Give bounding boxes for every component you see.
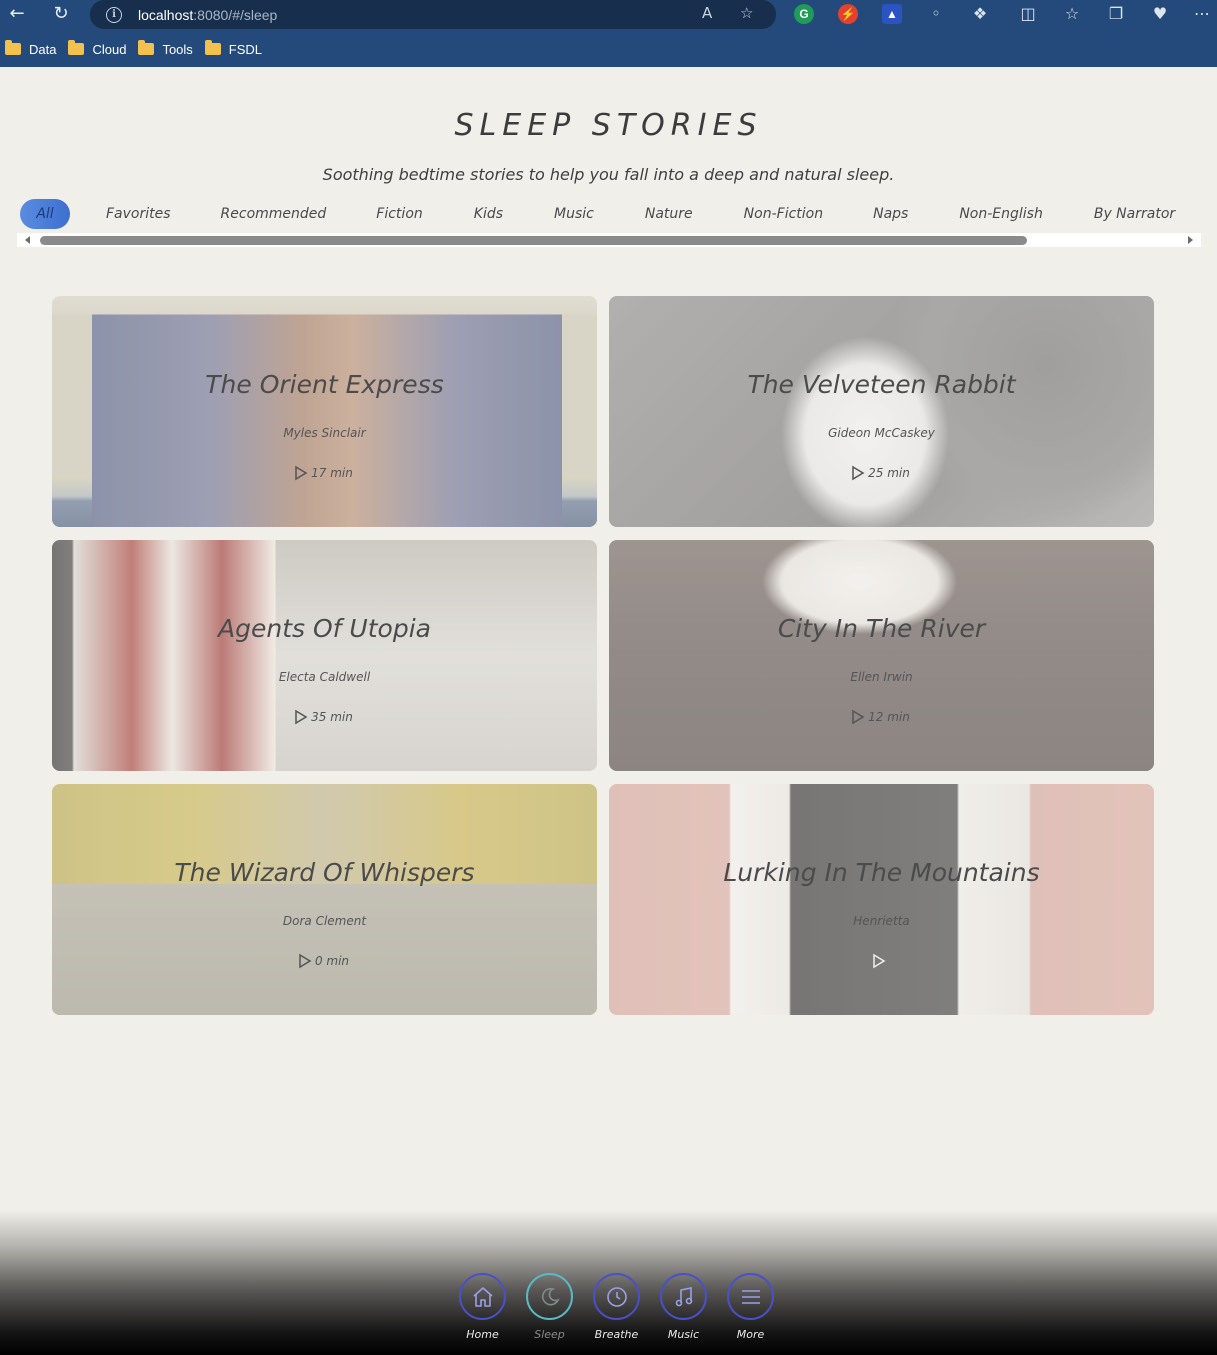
extensions-puzzle-icon[interactable]: ❖ (970, 4, 990, 24)
story-narrator: Electa Caldwell (278, 670, 371, 684)
story-narrator: Ellen Irwin (850, 670, 913, 684)
home-icon[interactable] (459, 1273, 506, 1320)
bookmark-fsdl[interactable]: FSDL (204, 40, 262, 57)
collections-icon[interactable]: ❐ (1106, 4, 1126, 24)
music-note-icon[interactable] (660, 1273, 707, 1320)
nav-label: Breathe (594, 1328, 639, 1341)
nav-sleep[interactable]: Sleep (516, 1273, 583, 1341)
story-narrator: Henrietta (853, 914, 910, 928)
story-card-lurking-in-the-mountains[interactable]: Lurking In The Mountains Henrietta (609, 784, 1154, 1015)
menu-icon[interactable] (727, 1273, 774, 1320)
nav-music[interactable]: Music (650, 1273, 717, 1341)
bookmark-data[interactable]: Data (5, 40, 56, 57)
nav-label: Music (667, 1328, 700, 1341)
extension-arc-icon[interactable]: ◦ (926, 4, 946, 24)
story-title: The Wizard Of Whispers (174, 858, 475, 887)
reload-icon[interactable]: ↻ (50, 3, 72, 25)
address-bar[interactable]: i localhost:8080/#/sleep A ☆ (90, 0, 776, 29)
tab-non-fiction[interactable]: Non-Fiction (744, 206, 823, 222)
extension-bolt-icon[interactable]: ⚡ (838, 4, 858, 24)
moon-icon[interactable] (526, 1273, 573, 1320)
tabs-scrollbar[interactable] (17, 233, 1201, 247)
extension-shield-icon[interactable]: ▲ (882, 4, 902, 24)
bookmark-tools[interactable]: Tools (138, 40, 193, 57)
scroll-left-icon[interactable] (25, 236, 30, 244)
card-overlay (609, 540, 1154, 771)
nav-more[interactable]: More (717, 1273, 784, 1341)
story-narrator: Gideon McCaskey (828, 426, 935, 440)
story-title: Lurking In The Mountains (723, 858, 1040, 887)
story-card-orient-express[interactable]: The Orient Express Myles Sinclair 17 min (52, 296, 597, 527)
story-duration: 25 min (609, 465, 1154, 481)
card-overlay (52, 784, 597, 1015)
story-duration: 17 min (52, 465, 597, 481)
tab-all[interactable]: All (20, 199, 70, 229)
nav-home[interactable]: Home (449, 1273, 516, 1341)
tab-kids[interactable]: Kids (474, 206, 503, 222)
tab-fiction[interactable]: Fiction (376, 206, 422, 222)
story-duration: 0 min (52, 953, 597, 969)
play-icon[interactable] (299, 953, 312, 969)
scrollbar-thumb[interactable] (40, 236, 1027, 245)
card-overlay (609, 784, 1154, 1015)
card-overlay (609, 296, 1154, 527)
bottom-nav: Home Sleep Breathe Music More (449, 1273, 784, 1341)
story-duration: 35 min (52, 709, 597, 725)
story-narrator: Dora Clement (282, 914, 367, 928)
bookmarks-bar: Data Cloud Tools FSDL (0, 37, 269, 61)
nav-label: Home (466, 1328, 499, 1341)
back-icon[interactable]: ← (6, 3, 28, 25)
story-duration: 12 min (609, 709, 1154, 725)
play-icon[interactable] (295, 465, 308, 481)
story-card-city-in-the-river[interactable]: City In The River Ellen Irwin 12 min (609, 540, 1154, 771)
split-screen-icon[interactable]: ◫ (1018, 4, 1038, 24)
scroll-right-icon[interactable] (1188, 236, 1193, 244)
folder-icon (138, 40, 155, 55)
site-info-icon[interactable]: i (106, 6, 122, 23)
story-card-agents-of-utopia[interactable]: Agents Of Utopia Electa Caldwell 35 min (52, 540, 597, 771)
favorite-star-icon[interactable]: ☆ (740, 4, 753, 22)
bookmark-cloud[interactable]: Cloud (68, 40, 126, 57)
story-title: Agents Of Utopia (218, 614, 431, 643)
play-icon[interactable] (873, 953, 886, 969)
story-card-velveteen-rabbit[interactable]: The Velveteen Rabbit Gideon McCaskey 25 … (609, 296, 1154, 527)
tab-music[interactable]: Music (554, 206, 594, 222)
play-icon[interactable] (852, 709, 865, 725)
play-icon[interactable] (295, 709, 308, 725)
performance-icon[interactable]: ♥ (1150, 4, 1170, 24)
folder-icon (68, 40, 85, 55)
tab-by-narrator[interactable]: By Narrator (1094, 206, 1175, 222)
clock-icon[interactable] (593, 1273, 640, 1320)
story-duration (609, 953, 1154, 969)
card-overlay (52, 296, 597, 527)
nav-breathe[interactable]: Breathe (583, 1273, 650, 1341)
tab-favorites[interactable]: Favorites (106, 206, 171, 222)
url-text: localhost:8080/#/sleep (138, 6, 278, 23)
folder-icon (5, 40, 21, 55)
folder-icon (204, 40, 221, 55)
browser-toolbar: ← ↻ i localhost:8080/#/sleep A ☆ G ⚡ ▲ ◦… (0, 0, 1217, 67)
grammarly-icon[interactable]: G (794, 4, 814, 24)
category-tabs: All Favorites Recommended Fiction Kids M… (20, 199, 1175, 229)
story-card-wizard-of-whispers[interactable]: The Wizard Of Whispers Dora Clement 0 mi… (52, 784, 597, 1015)
story-title: The Velveteen Rabbit (747, 370, 1016, 399)
play-icon[interactable] (852, 465, 865, 481)
story-narrator: Myles Sinclair (283, 426, 366, 440)
tab-recommended[interactable]: Recommended (221, 206, 327, 222)
nav-label: Sleep (534, 1328, 565, 1341)
story-title: The Orient Express (205, 370, 444, 399)
tab-nature[interactable]: Nature (645, 206, 693, 222)
more-options-icon[interactable]: ⋯ (1192, 4, 1212, 24)
page-subtitle: Soothing bedtime stories to help you fal… (322, 165, 895, 184)
tab-non-english[interactable]: Non-English (959, 206, 1043, 222)
read-aloud-icon[interactable]: A (702, 4, 712, 22)
page-title: SLEEP STORIES (454, 108, 763, 143)
favorites-icon[interactable]: ☆ (1062, 4, 1082, 24)
nav-label: More (736, 1328, 765, 1341)
card-overlay (52, 540, 597, 771)
story-title: City In The River (777, 614, 986, 643)
tab-naps[interactable]: Naps (873, 206, 908, 222)
